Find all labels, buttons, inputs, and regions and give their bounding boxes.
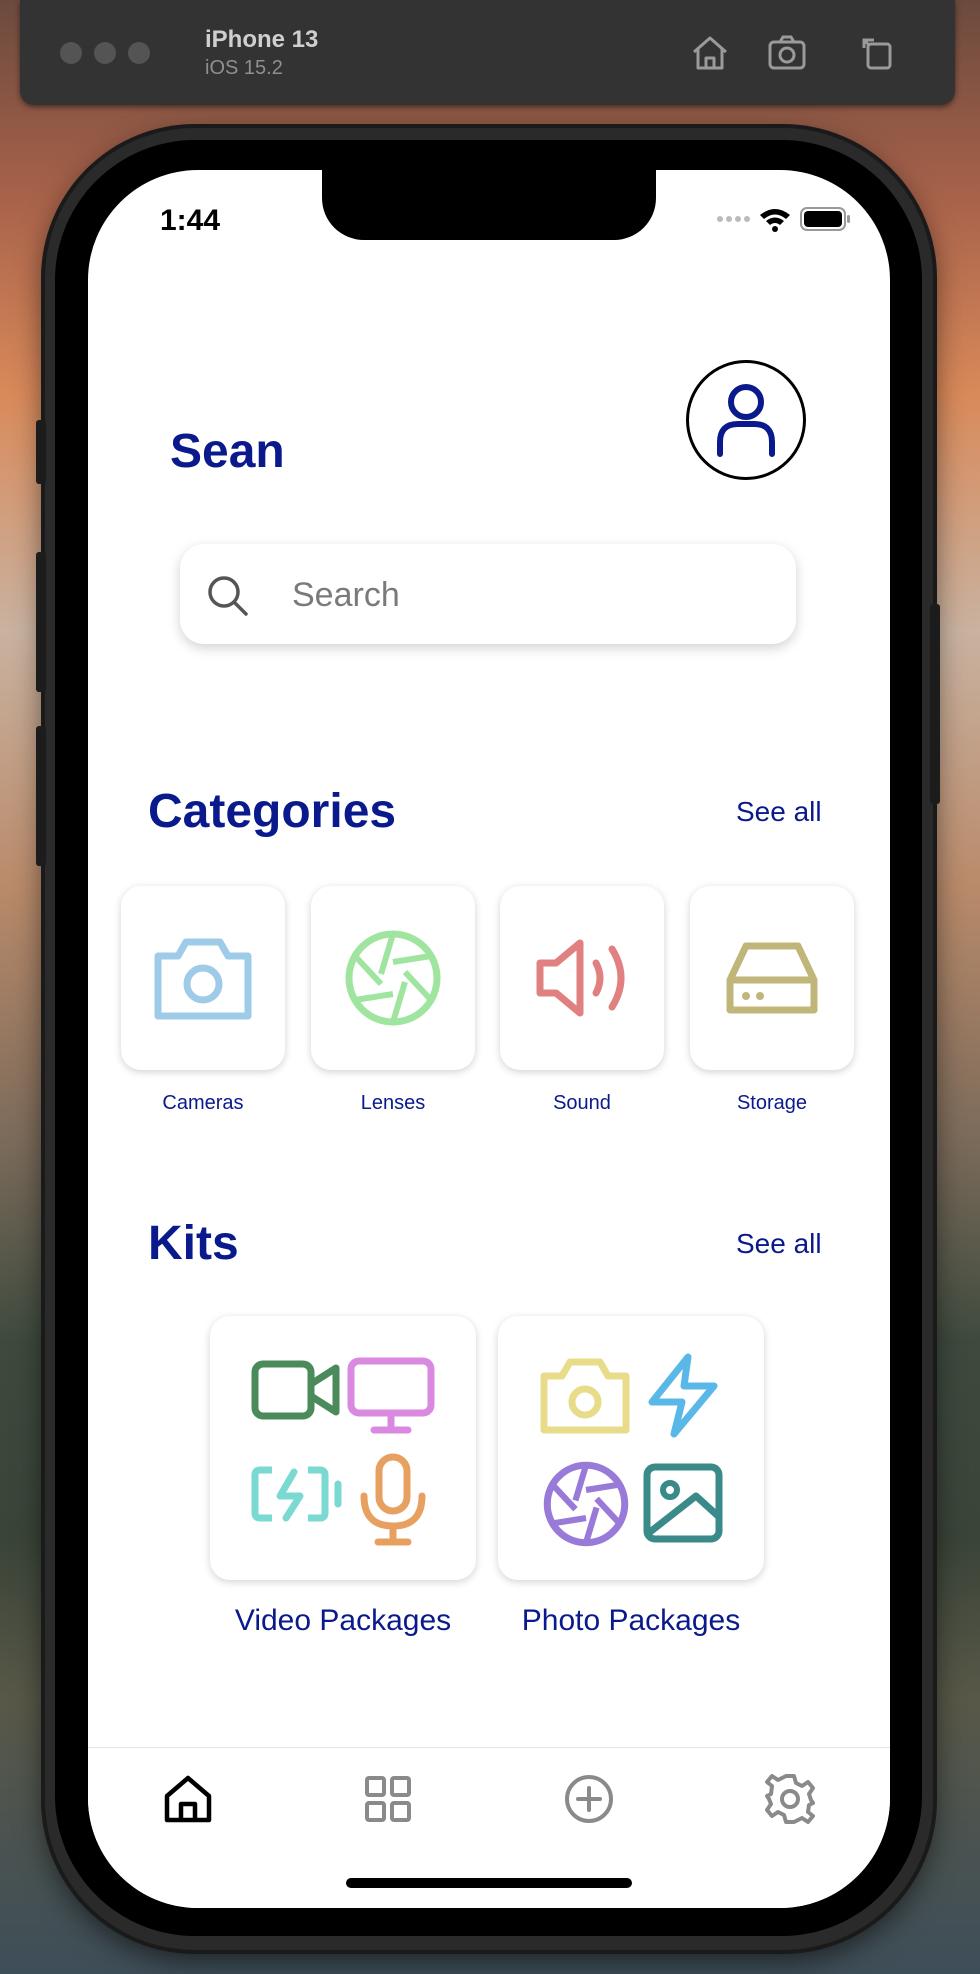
image-icon <box>643 1463 723 1543</box>
home-icon[interactable] <box>688 32 732 72</box>
status-icons <box>716 206 852 232</box>
notch <box>322 170 656 240</box>
categories-see-all-link[interactable]: See all <box>736 796 822 828</box>
camera-icon <box>154 938 252 1020</box>
kit-card-video-packages[interactable] <box>210 1316 476 1580</box>
hard-drive-icon <box>726 942 818 1014</box>
zoom-window-button[interactable] <box>128 42 150 64</box>
battery-icon <box>800 207 850 231</box>
kit-card-photo-packages[interactable] <box>498 1316 764 1580</box>
category-label-lenses: Lenses <box>360 1092 426 1114</box>
microphone-icon <box>360 1453 426 1546</box>
search-icon <box>208 576 248 616</box>
kits-heading: Kits <box>148 1217 239 1270</box>
aperture-icon <box>543 1461 629 1547</box>
category-label-storage: Storage <box>736 1092 808 1114</box>
simulator-toolbar: iPhone 13 iOS 15.2 <box>20 0 955 105</box>
user-greeting: Sean <box>170 425 285 478</box>
tab-home[interactable] <box>161 1772 215 1826</box>
monitor-icon <box>347 1357 435 1434</box>
tab-settings[interactable] <box>763 1772 817 1826</box>
tab-add[interactable] <box>562 1772 616 1826</box>
category-card-sound[interactable] <box>500 886 664 1070</box>
simulator-device-name: iPhone 13 <box>205 26 319 53</box>
profile-avatar[interactable] <box>686 360 806 480</box>
kit-label-photo-packages: Photo Packages <box>521 1604 741 1637</box>
rotate-icon[interactable] <box>856 32 900 72</box>
kits-see-all-link[interactable]: See all <box>736 1228 822 1260</box>
kit-label-video-packages: Video Packages <box>234 1604 452 1637</box>
volume-up-button <box>36 552 46 692</box>
power-button <box>930 604 940 804</box>
category-label-cameras: Cameras <box>162 1092 244 1114</box>
tab-grid[interactable] <box>361 1772 415 1826</box>
app-screen: 1:44 Sean Categories See all <box>88 170 890 1908</box>
category-card-lenses[interactable] <box>311 886 475 1070</box>
simulator-os-version: iOS 15.2 <box>205 57 283 79</box>
volume-down-button <box>36 726 46 866</box>
close-window-button[interactable] <box>60 42 82 64</box>
video-camera-icon <box>251 1360 340 1420</box>
camera-icon <box>540 1358 630 1434</box>
category-label-sound: Sound <box>553 1092 611 1114</box>
categories-heading: Categories <box>148 785 397 838</box>
search-input[interactable] <box>290 572 774 618</box>
search-bar[interactable] <box>180 544 796 644</box>
window-controls <box>60 42 150 64</box>
category-card-cameras[interactable] <box>121 886 285 1070</box>
minimize-window-button[interactable] <box>94 42 116 64</box>
screenshot-icon[interactable] <box>765 32 809 72</box>
category-card-storage[interactable] <box>690 886 854 1070</box>
silent-switch <box>36 420 46 484</box>
home-indicator[interactable] <box>346 1878 632 1888</box>
flash-icon <box>648 1353 718 1438</box>
status-time: 1:44 <box>160 204 221 237</box>
wifi-icon <box>760 209 790 232</box>
user-icon <box>717 384 775 457</box>
battery-charging-icon <box>251 1466 342 1522</box>
aperture-icon <box>345 930 441 1026</box>
speaker-icon <box>536 939 625 1017</box>
signal-icon <box>717 216 750 222</box>
